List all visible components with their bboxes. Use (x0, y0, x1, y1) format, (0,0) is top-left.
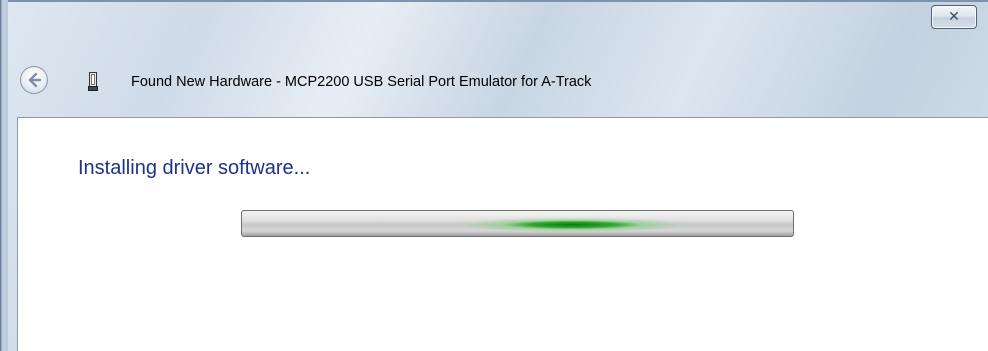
status-heading: Installing driver software... (78, 157, 311, 179)
usb-device-icon (88, 72, 98, 91)
progress-bar (241, 210, 794, 237)
close-button[interactable]: ✕ (931, 5, 977, 29)
close-icon: ✕ (948, 9, 960, 25)
window-left-border (0, 0, 8, 351)
back-arrow-icon (28, 72, 42, 88)
window-top-border (0, 0, 988, 2)
back-button[interactable] (20, 66, 48, 94)
dialog-window: ✕ Found New Hardware - MCP2200 USB Seria… (0, 0, 988, 351)
content-panel: Installing driver software... (17, 117, 988, 351)
progress-indicator (457, 211, 688, 236)
window-title: Found New Hardware - MCP2200 USB Serial … (131, 74, 592, 90)
